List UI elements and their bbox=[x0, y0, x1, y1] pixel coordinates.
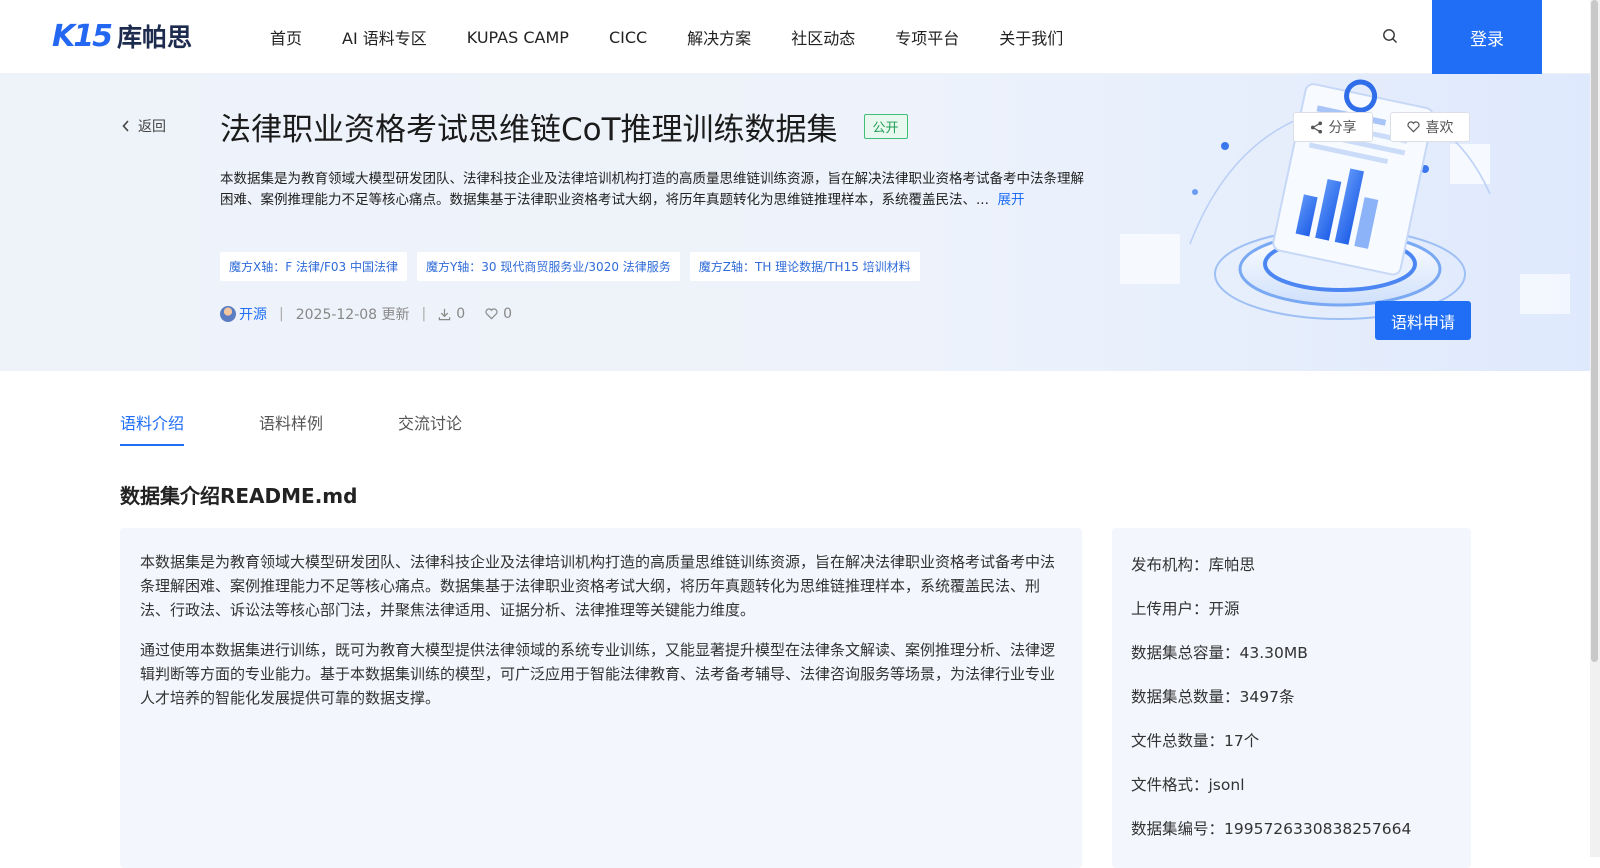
nav-community[interactable]: 社区动态 bbox=[791, 25, 855, 49]
tag-y-axis[interactable]: 魔方Y轴：30 现代商贸服务业/3020 法律服务 bbox=[416, 252, 680, 281]
avatar bbox=[220, 306, 236, 322]
dataset-title: 法律职业资格考试思维链CoT推理训练数据集 bbox=[220, 112, 838, 148]
main-nav: 首页 AI 语料专区 KUPAS CAMP CICC 解决方案 社区动态 专项平… bbox=[270, 0, 1103, 74]
site-logo[interactable]: K15 库帕思 bbox=[52, 18, 192, 54]
nav-platform[interactable]: 专项平台 bbox=[895, 25, 959, 49]
nav-cicc[interactable]: CICC bbox=[609, 28, 647, 47]
dataset-info-panel: 发布机构：库帕思 上传用户：开源 数据集总容量：43.30MB 数据集总数量：3… bbox=[1112, 528, 1471, 868]
info-dataset-id: 数据集编号：1995726330838257664 bbox=[1131, 820, 1412, 838]
tab-discussion[interactable]: 交流讨论 bbox=[398, 410, 462, 446]
nav-home[interactable]: 首页 bbox=[270, 25, 302, 49]
like-button[interactable]: 喜欢 bbox=[1390, 112, 1470, 142]
readme-paragraph: 通过使用本数据集进行训练，既可为教育大模型提供法律领域的系统专业训练，又能显著提… bbox=[140, 641, 1056, 707]
divider: | bbox=[421, 306, 427, 322]
share-button[interactable]: 分享 bbox=[1293, 112, 1373, 142]
info-total-size: 数据集总容量：43.30MB bbox=[1131, 644, 1308, 662]
back-label: 返回 bbox=[138, 119, 166, 135]
logo-mark: K15 bbox=[52, 18, 113, 54]
share-icon bbox=[1310, 120, 1322, 134]
share-label: 分享 bbox=[1328, 120, 1357, 136]
public-badge: 公开 bbox=[863, 114, 908, 139]
dataset-description: 本数据集是为教育领域大模型研发团队、法律科技企业及法律培训机构打造的高质量思维链… bbox=[220, 169, 1090, 211]
title-row: 法律职业资格考试思维链CoT推理训练数据集 公开 bbox=[220, 104, 908, 149]
logo-text: 库帕思 bbox=[117, 23, 193, 52]
update-date: 2025-12-08 更新 bbox=[295, 307, 410, 323]
search-icon[interactable] bbox=[1382, 28, 1400, 46]
like-count: 0 bbox=[485, 306, 512, 322]
divider: | bbox=[279, 306, 284, 322]
nav-kupas-camp[interactable]: KUPAS CAMP bbox=[467, 28, 569, 47]
info-uploader: 上传用户：开源 bbox=[1131, 600, 1240, 618]
expand-link[interactable]: 展开 bbox=[997, 192, 1024, 208]
info-total-count: 数据集总数量：3497条 bbox=[1131, 688, 1295, 706]
heart-icon bbox=[1406, 121, 1420, 133]
scrollbar-thumb[interactable] bbox=[1591, 0, 1598, 662]
info-publisher: 发布机构：库帕思 bbox=[1131, 556, 1256, 574]
info-file-format: 文件格式：jsonl bbox=[1131, 776, 1245, 794]
description-text: 本数据集是为教育领域大模型研发团队、法律科技企业及法律培训机构打造的高质量思维链… bbox=[220, 171, 1084, 208]
content-tabs: 语料介绍 语料样例 交流讨论 bbox=[120, 410, 537, 446]
tag-z-axis[interactable]: 魔方Z轴：TH 理论数据/TH15 培训材料 bbox=[689, 252, 920, 281]
tab-intro[interactable]: 语料介绍 bbox=[120, 410, 185, 446]
download-count: 0 bbox=[438, 306, 465, 322]
readme-paragraph: 本数据集是为教育领域大模型研发团队、法律科技企业及法律培训机构打造的高质量思维链… bbox=[140, 553, 1056, 619]
like-count-value: 0 bbox=[503, 306, 513, 322]
section-title: 数据集介绍README.md bbox=[120, 484, 358, 508]
tab-samples[interactable]: 语料样例 bbox=[259, 410, 323, 446]
tag-list: 魔方X轴：F 法律/F03 中国法律 魔方Y轴：30 现代商贸服务业/3020 … bbox=[220, 252, 930, 281]
chevron-left-icon bbox=[122, 120, 129, 132]
nav-about[interactable]: 关于我们 bbox=[999, 25, 1063, 49]
like-label: 喜欢 bbox=[1425, 120, 1454, 136]
dataset-meta: 开源 | 2025-12-08 更新 | 0 0 bbox=[220, 304, 532, 324]
login-button[interactable]: 登录 bbox=[1432, 0, 1542, 74]
apply-corpus-button[interactable]: 语料申请 bbox=[1375, 301, 1471, 340]
download-icon bbox=[439, 308, 451, 320]
info-file-count: 文件总数量：17个 bbox=[1131, 732, 1260, 750]
site-header: K15 库帕思 首页 AI 语料专区 KUPAS CAMP CICC 解决方案 … bbox=[0, 0, 1590, 74]
dataset-banner: 返回 法律职业资格考试思维链CoT推理训练数据集 公开 分享 喜欢 本数据集是为… bbox=[0, 74, 1590, 371]
nav-ai-corpus[interactable]: AI 语料专区 bbox=[342, 25, 427, 49]
heart-icon bbox=[485, 308, 498, 320]
author-link[interactable]: 开源 bbox=[239, 304, 267, 324]
back-link[interactable]: 返回 bbox=[122, 116, 166, 136]
nav-solutions[interactable]: 解决方案 bbox=[687, 25, 751, 49]
tag-x-axis[interactable]: 魔方X轴：F 法律/F03 中国法律 bbox=[220, 252, 407, 281]
readme-panel: 本数据集是为教育领域大模型研发团队、法律科技企业及法律培训机构打造的高质量思维链… bbox=[120, 528, 1082, 868]
download-count-value: 0 bbox=[456, 306, 466, 322]
